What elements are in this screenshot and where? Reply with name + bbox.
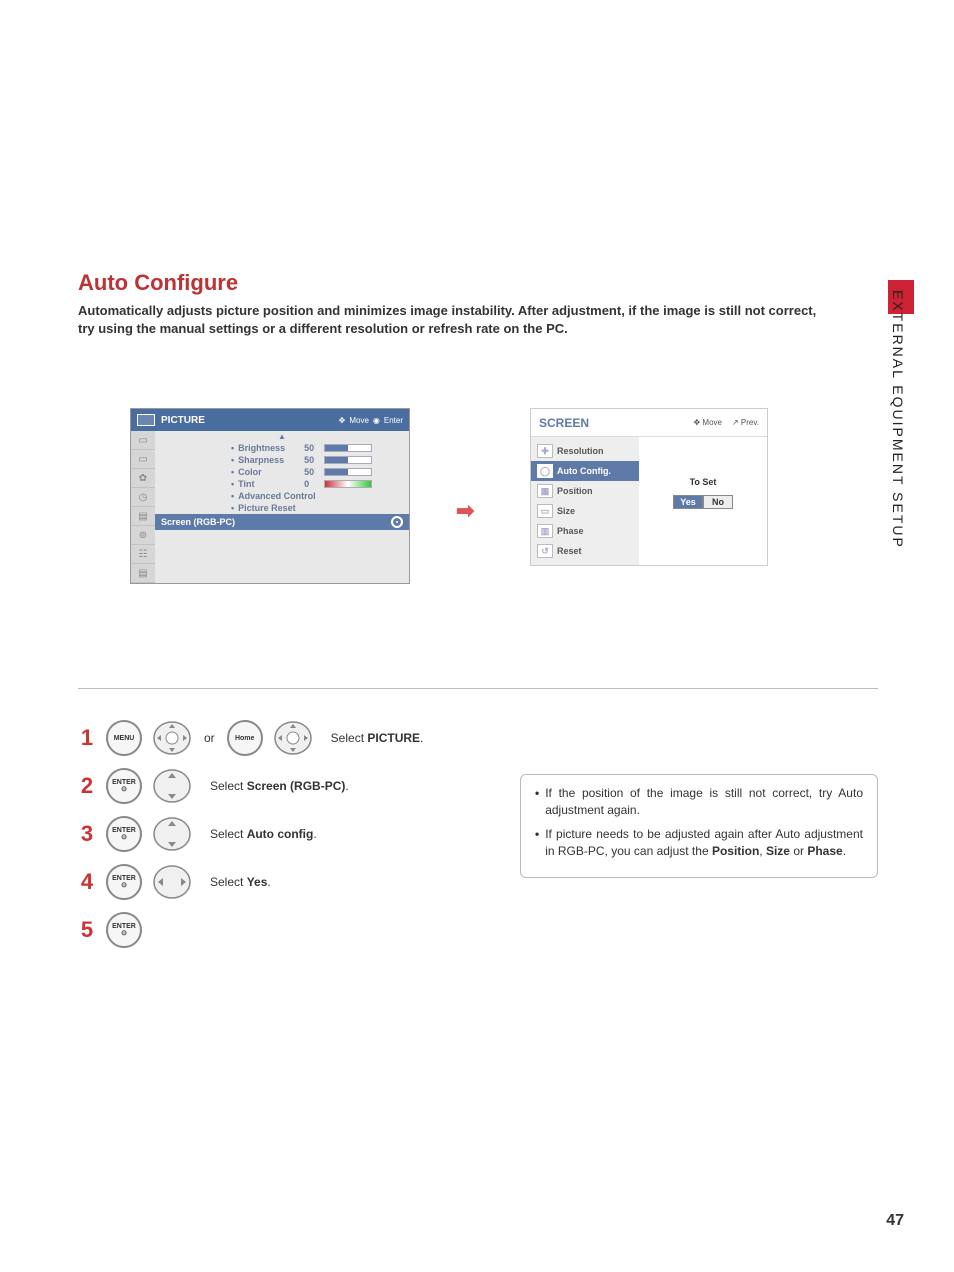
enter-hint: Enter [384,416,403,425]
no-button[interactable]: No [703,495,733,509]
enter-button-icon: ENTER⊙ [106,768,142,804]
screen-menu-panel: SCREEN ✥ Move ↗ Prev. ✚Resolution ◯Auto … [530,408,768,566]
dpad-updown-icon [152,768,192,804]
note-1: If the position of the image is still no… [545,785,863,820]
step-number: 4 [78,869,96,895]
sidebar-icon: ▤ [131,564,155,583]
sidebar-icon: ◷ [131,488,155,507]
picture-item-reset: •Picture Reset [161,502,403,514]
step-number: 5 [78,917,96,943]
screen-prev-hint: Prev. [741,418,759,427]
to-set-label: To Set [647,477,759,487]
note-2: If picture needs to be adjusted again af… [545,826,863,861]
radio-selected-icon [391,516,403,528]
screen-move-hint: Move [702,418,722,427]
move-hint: Move [349,416,369,425]
screen-item-autoconfig[interactable]: ◯Auto Config. [531,461,639,481]
section-divider [78,688,878,689]
step-number: 1 [78,725,96,751]
picture-menu-sidebar-icons: ▭ ▭ ✿ ◷ ▤ ⊚ ☷ ▤ [131,431,155,583]
picture-highlight-label: Screen (RGB-PC) [161,517,235,527]
picture-menu-panel: PICTURE ✥ Move ◉ Enter ▭ ▭ ✿ ◷ ▤ ⊚ ☷ ▤ ▲ [130,408,410,584]
enter-button-icon: ENTER⊙ [106,816,142,852]
dpad-icon [152,720,192,756]
step3-caption: Select Auto config. [210,827,317,841]
picture-menu-title: PICTURE [161,415,205,426]
dpad-icon [273,720,313,756]
picture-item-screen-rgb[interactable]: Screen (RGB-PC) [155,514,409,530]
screen-item-position[interactable]: ▦Position [531,481,639,501]
move-icon: ✥ [339,416,346,425]
enter-icon: ◉ [373,416,380,425]
menu-button-icon: MENU [106,720,142,756]
note-box: If the position of the image is still no… [520,774,878,878]
picture-item-tint: •Tint 0 [161,478,403,490]
step1-caption: Select PICTURE. [331,731,424,745]
scroll-up-icon: ▲ [161,431,403,442]
dpad-leftright-icon [152,864,192,900]
page-title: Auto Configure [78,270,874,296]
page-number: 47 [886,1212,904,1230]
enter-button-icon: ENTER⊙ [106,912,142,948]
instruction-steps: 1 MENU or Home Select PICTURE. 2 ENTER⊙ … [78,720,468,960]
tv-icon [137,414,155,426]
sidebar-icon: ▭ [131,450,155,469]
dpad-updown-icon [152,816,192,852]
screen-item-size[interactable]: ▭Size [531,501,639,521]
picture-menu-header: PICTURE ✥ Move ◉ Enter [131,409,409,431]
home-button-icon: Home [227,720,263,756]
step2-caption: Select Screen (RGB-PC). [210,779,349,793]
step-number: 2 [78,773,96,799]
or-text: or [204,731,215,745]
step-number: 3 [78,821,96,847]
sidebar-icon: ▤ [131,507,155,526]
sidebar-icon: ✿ [131,469,155,488]
yes-button[interactable]: Yes [673,495,703,509]
step4-caption: Select Yes. [210,875,271,889]
arrow-right-icon: ➡ [456,498,474,524]
screen-item-resolution[interactable]: ✚Resolution [531,441,639,461]
page-description: Automatically adjusts picture position a… [78,302,818,338]
sidebar-icon: ⊚ [131,526,155,545]
sidebar-icon: ☷ [131,545,155,564]
picture-item-brightness: •Brightness 50 [161,442,403,454]
picture-item-advanced: •Advanced Control [161,490,403,502]
sidebar-icon: ▭ [131,431,155,450]
prev-icon: ↗ [732,418,739,427]
screen-item-phase[interactable]: ▥Phase [531,521,639,541]
enter-button-icon: ENTER⊙ [106,864,142,900]
screen-menu-title: SCREEN [539,416,589,430]
picture-item-sharpness: •Sharpness 50 [161,454,403,466]
move-icon: ✥ [693,418,700,427]
picture-item-color: •Color 50 [161,466,403,478]
screen-item-reset[interactable]: ↺Reset [531,541,639,561]
